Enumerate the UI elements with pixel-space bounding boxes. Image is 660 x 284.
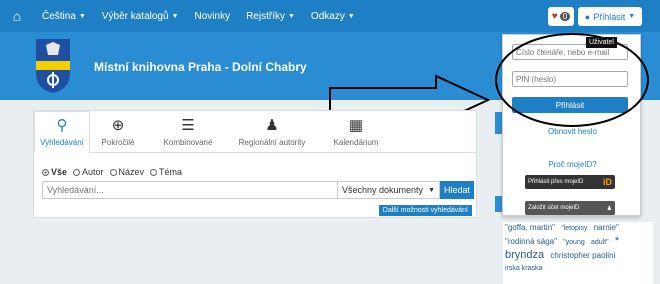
search-row: Všechny dokumenty ▼ Hledat [42, 181, 474, 199]
library-name[interactable]: Místní knihovna Praha - Dolní Chabry [94, 60, 307, 74]
nav-language[interactable]: Čeština ▼ [34, 11, 94, 22]
search-tabs: ⚲ Vyhledávání ⊕ Pokročilé ☰ Kombinované … [34, 111, 476, 153]
caret-down-icon: ▼ [171, 12, 179, 20]
tag-link[interactable]: "letopisy [561, 223, 587, 235]
user-tooltip: Uživatel [586, 37, 617, 48]
tab-combined[interactable]: ☰ Kombinované [146, 111, 230, 152]
search-scope-radios: Vše Autor Název Téma [42, 167, 182, 177]
why-mojeid-link[interactable]: Proč mojeID? [503, 160, 642, 169]
nav-links[interactable]: Odkazy ▼ [303, 11, 363, 22]
tag-link[interactable]: * [615, 235, 619, 247]
search-button[interactable]: Hledat [440, 181, 474, 199]
basket-count: 0 [559, 12, 571, 21]
caret-down-icon: ▼ [287, 12, 295, 20]
user-icon: ● [584, 11, 591, 22]
tab-advanced[interactable]: ⊕ Pokročilé [90, 111, 146, 152]
mojeid-logo-icon: iD [603, 177, 612, 187]
tag-cloud: "goffa, martin" "letopisy narnie" "rodin… [503, 222, 653, 284]
mojeid-create-account-button[interactable]: Založit účet mojeID ♟ [525, 201, 615, 215]
tag-link[interactable]: irska kraska [505, 263, 542, 275]
caret-down-icon: ▼ [78, 12, 86, 20]
caret-down-icon: ▼ [628, 13, 636, 20]
radio-subject[interactable]: Téma [150, 167, 182, 177]
search-panel: ⚲ Vyhledávání ⊕ Pokročilé ☰ Kombinované … [33, 110, 477, 218]
tag-link[interactable]: christopher paolini [550, 250, 615, 262]
radio-title[interactable]: Název [109, 167, 144, 177]
radio-author[interactable]: Autor [73, 167, 104, 177]
home-icon[interactable]: ⌂ [0, 8, 34, 24]
tag-link[interactable]: narnie" [594, 222, 619, 234]
more-search-options-button[interactable]: Další možnosti vyhledávání [378, 205, 472, 216]
nav-catalogs[interactable]: Výběr katalogů ▼ [94, 11, 187, 22]
search-icon: ⚲ [56, 117, 68, 134]
chevron-down-icon: ▼ [428, 186, 435, 194]
document-type-select[interactable]: Všechny dokumenty ▼ [338, 181, 440, 199]
search-input[interactable] [42, 181, 338, 199]
caret-down-icon: ▼ [347, 12, 355, 20]
user-plus-icon: ♟ [606, 205, 612, 212]
top-navbar: ⌂ Čeština ▼ Výběr katalogů ▼ Novinky Rejst… [0, 0, 660, 32]
tag-link[interactable]: adult" [591, 237, 609, 249]
heart-icon: ♥ [551, 11, 558, 22]
tag-link[interactable]: "young [563, 237, 585, 249]
tag-link[interactable]: bryndza [505, 249, 544, 261]
mojeid-login-button[interactable]: Přihlásit přes mojeID iD [525, 175, 615, 189]
coat-of-arms-logo[interactable] [36, 39, 70, 93]
annotation-ellipse [495, 33, 649, 127]
tab-search[interactable]: ⚲ Vyhledávání [34, 111, 90, 153]
calendar-icon: ▦ [348, 117, 364, 134]
login-button[interactable]: ● Přihlásit ▼ [578, 7, 642, 26]
zoom-in-icon: ⊕ [111, 117, 125, 134]
nav-indexes[interactable]: Rejstříky ▼ [238, 11, 303, 22]
tab-calendar[interactable]: ▦ Kalendárium [314, 111, 398, 152]
nav-news[interactable]: Novinky [187, 11, 239, 22]
server-icon: ☰ [181, 117, 195, 134]
tag-link[interactable]: "rodinná sága" [505, 236, 557, 248]
tab-regional-authorities[interactable]: ♟ Regionální autority [230, 111, 314, 152]
tag-link[interactable]: "goffa, martin" [505, 222, 555, 234]
user-icon: ♟ [265, 117, 279, 134]
radio-all[interactable]: Vše [42, 167, 67, 177]
basket-button[interactable]: ♥ 0 [548, 7, 574, 26]
